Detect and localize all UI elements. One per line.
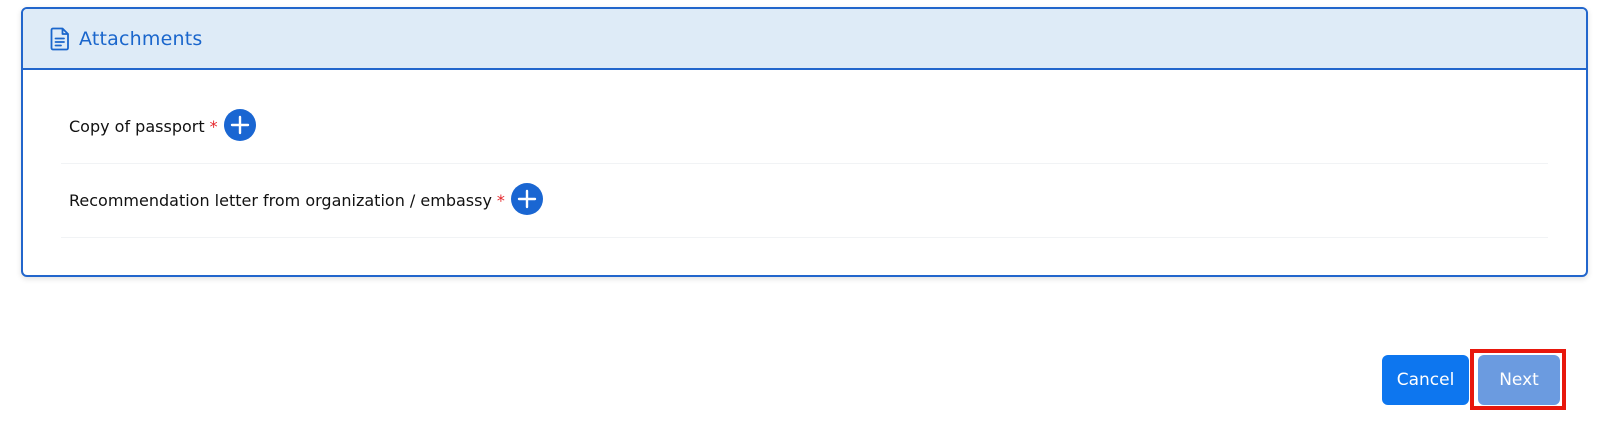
required-marker: * <box>496 191 505 210</box>
cancel-button[interactable]: Cancel <box>1382 355 1469 405</box>
plus-icon <box>517 189 537 208</box>
document-icon <box>50 27 70 51</box>
add-recommendation-button[interactable] <box>510 182 543 215</box>
attachments-card: Attachments Copy of passport * Recommend… <box>21 7 1588 277</box>
next-button[interactable]: Next <box>1478 355 1560 405</box>
page: Attachments Copy of passport * Recommend… <box>0 0 1600 424</box>
attachment-label-passport: Copy of passport <box>69 117 205 136</box>
add-passport-button[interactable] <box>223 108 256 141</box>
attachment-row-passport: Copy of passport * <box>61 90 1548 164</box>
attachments-title: Attachments <box>79 27 203 50</box>
plus-icon <box>230 115 249 134</box>
attachment-label-recommendation: Recommendation letter from organization … <box>69 191 492 210</box>
attachments-header: Attachments <box>23 9 1586 70</box>
attachments-list: Copy of passport * Recommendation letter… <box>23 90 1586 238</box>
required-marker: * <box>209 117 218 136</box>
attachment-row-recommendation: Recommendation letter from organization … <box>61 164 1548 238</box>
